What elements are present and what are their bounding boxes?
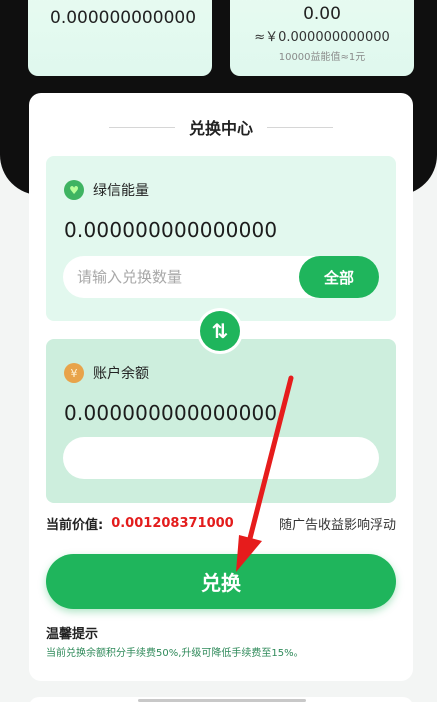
swap-button[interactable]: ⇅: [197, 308, 243, 354]
source-header: ♥ 绿信能量: [64, 180, 149, 200]
exchange-amount-input[interactable]: [77, 256, 287, 298]
balance-card-right: 0.00 ≈￥0.000000000000 10000益能值≈1元: [230, 0, 414, 76]
target-result-input[interactable]: [77, 437, 287, 479]
swap-arrows-icon: ⇅: [200, 311, 240, 351]
tips-title: 温馨提示: [46, 627, 99, 642]
price-note: 随广告收益影响浮动: [278, 518, 396, 533]
target-panel: ¥ 账户余额 0.000000000000000: [46, 339, 396, 503]
source-panel: ♥ 绿信能量 0.000000000000000 全部: [46, 156, 396, 321]
title-divider-right: [267, 127, 333, 128]
source-amount: 0.000000000000000: [64, 218, 278, 242]
current-price-row: 当前价值: 0.001208371000 随广告收益影响浮动: [46, 514, 396, 533]
target-amount: 0.000000000000000: [64, 401, 278, 425]
all-button[interactable]: 全部: [299, 256, 379, 298]
target-header: ¥ 账户余额: [64, 363, 149, 383]
target-label: 账户余额: [93, 366, 149, 382]
tips-text: 当前兑换余额积分手续费50%,升级可降低手续费至15%。: [46, 648, 304, 659]
exchange-rate-note: 10000益能值≈1元: [278, 52, 366, 63]
left-balance-value: 0.000000000000: [50, 8, 197, 28]
exchange-center-title: 兑换中心: [188, 119, 253, 138]
price-label: 当前价值:: [46, 518, 104, 533]
yen-coin-icon: ¥: [64, 363, 84, 383]
right-balance-value: 0.00: [303, 4, 341, 24]
source-label: 绿信能量: [93, 183, 149, 199]
balance-card-left: 0.000000000000: [28, 0, 212, 76]
exchange-center-card: 兑换中心 ♥ 绿信能量 0.000000000000000 全部 ¥ 账户余额 …: [29, 93, 413, 681]
exchange-amount-field: 全部: [63, 256, 379, 298]
right-balance-approx: ≈￥0.000000000000: [254, 30, 390, 45]
exchange-button[interactable]: 兑换: [46, 554, 396, 609]
target-result-field: [63, 437, 379, 479]
price-value: 0.001208371000: [111, 516, 234, 531]
heart-coin-icon: ♥: [64, 180, 84, 200]
